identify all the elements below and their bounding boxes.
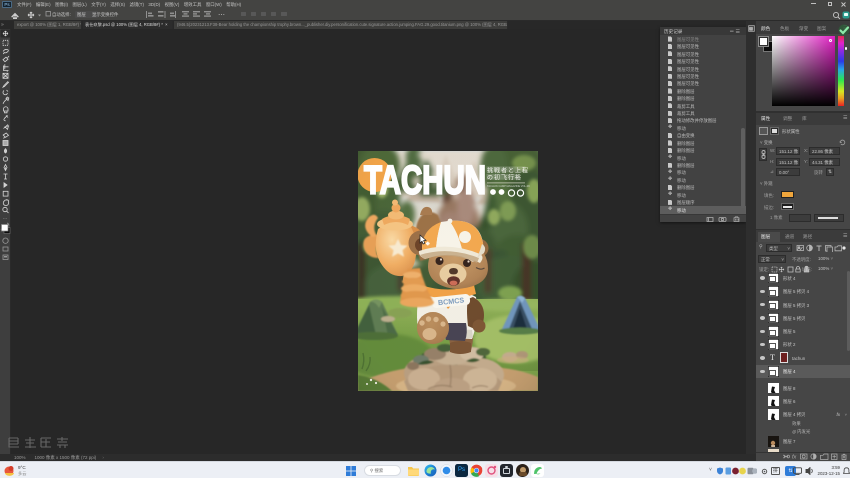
svg-text:⋯: ⋯ [3,216,8,222]
svg-text:⋯: ⋯ [218,12,225,19]
svg-text:fx: fx [792,455,797,461]
